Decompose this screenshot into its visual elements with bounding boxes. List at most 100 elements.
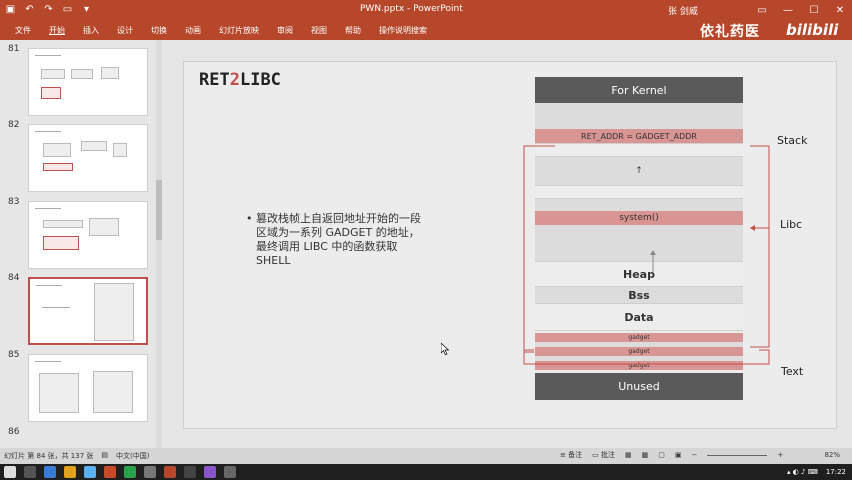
app-icon-5[interactable]: [184, 466, 196, 478]
slide-canvas: RET2LIBC • 篡改栈帧上自返回地址开始的一段区域为一系列 GADGET …: [163, 40, 852, 448]
thumbnail-title-line: [35, 361, 61, 362]
ribbon-tab-5[interactable]: 动画: [176, 25, 210, 36]
reading-view-icon[interactable]: ▢: [658, 451, 665, 459]
start-icon[interactable]: [4, 466, 16, 478]
label-text: Text: [781, 365, 804, 378]
slide-thumbnail[interactable]: [28, 124, 148, 192]
thumbnail-scrollbar[interactable]: [156, 40, 162, 448]
slide-counter: 幻灯片 第 84 张，共 137 张: [4, 452, 94, 460]
thumbnail-shape: [43, 163, 73, 171]
thumbnail-shape: [101, 67, 119, 79]
app-icon-6[interactable]: [204, 466, 216, 478]
slide-thumbnail[interactable]: [28, 201, 148, 269]
ribbon-tab-10[interactable]: 操作说明搜索: [370, 25, 436, 36]
ribbon-tab-6[interactable]: 幻灯片放映: [210, 25, 268, 36]
slideshow-view-icon[interactable]: ▣: [675, 451, 682, 459]
taskbar-apps: [4, 466, 236, 478]
app-icon-2[interactable]: [104, 466, 116, 478]
thumbnail-shape: [113, 143, 127, 157]
label-libc: Libc: [780, 218, 803, 231]
zoom-slider[interactable]: [707, 454, 768, 456]
thumbnail-shape: [71, 69, 93, 79]
thumbnail-title-line: [35, 208, 61, 209]
thumbnail-shape: [39, 373, 79, 413]
thumbnail-shape: [43, 220, 83, 228]
taskbar: ▴ ◐ ♪ ⌨ 17:22: [0, 464, 852, 480]
sorter-view-icon[interactable]: ▩: [642, 451, 649, 459]
thumbnail-title-line: [36, 285, 62, 286]
slide-thumbnail[interactable]: [28, 354, 148, 422]
thumbnail-number: 82: [8, 120, 20, 130]
redo-icon[interactable]: ↷: [42, 3, 55, 16]
ribbon-tab-3[interactable]: 设计: [108, 25, 142, 36]
browser-icon[interactable]: [44, 466, 56, 478]
app-icon-4[interactable]: [144, 466, 156, 478]
comments-button[interactable]: ▭ 批注: [592, 450, 615, 460]
app-icon-1[interactable]: [84, 466, 96, 478]
ribbon-display-icon[interactable]: ▭: [754, 2, 770, 18]
bullet-text[interactable]: • 篡改栈帧上自返回地址开始的一段区域为一系列 GADGET 的地址，最终调用 …: [246, 212, 428, 268]
brand-watermark: 依礼药医: [700, 24, 760, 40]
thumbnail-shape: [81, 141, 107, 151]
zoom-level[interactable]: 82%: [824, 451, 840, 459]
ribbon-tab-7[interactable]: 审阅: [268, 25, 302, 36]
present-icon[interactable]: ▭: [61, 3, 74, 16]
thumbnail-number: 81: [8, 44, 20, 54]
thumbnail-number: 84: [8, 273, 20, 283]
thumbnail-shape: [42, 307, 70, 308]
zoom-in-icon[interactable]: +: [777, 451, 783, 459]
thumbnail-number: 86: [8, 427, 20, 437]
ribbon-tab-8[interactable]: 视图: [302, 25, 336, 36]
notes-button[interactable]: ≡ 备注: [560, 450, 582, 460]
ribbon-tab-4[interactable]: 切换: [142, 25, 176, 36]
app-icon-7[interactable]: [224, 466, 236, 478]
powerpoint-window: ▣ ↶ ↷ ▭ ▾ PWN.pptx - PowerPoint 张 剑威 ▭ —…: [0, 0, 852, 480]
app-icon-3[interactable]: [124, 466, 136, 478]
clock[interactable]: 17:22: [826, 468, 846, 476]
quick-access-toolbar: ▣ ↶ ↷ ▭ ▾: [4, 3, 93, 16]
window-controls: ▭ — ☐ ✕: [754, 2, 848, 18]
thumbnail-title-line: [35, 55, 61, 56]
customize-icon[interactable]: ▾: [80, 3, 93, 16]
scrollbar-knob[interactable]: [156, 180, 162, 240]
label-stack: Stack: [777, 134, 808, 147]
explorer-icon[interactable]: [64, 466, 76, 478]
spellcheck-icon[interactable]: ▤: [101, 451, 108, 461]
ribbon-tab-0[interactable]: 文件: [6, 25, 40, 36]
minimize-icon[interactable]: —: [780, 2, 796, 18]
tab-list: 文件 开始 插入 设计 切换 动画 幻灯片放映 审阅 视图 帮助 操作说明搜索: [6, 25, 436, 36]
slide-thumbnail-panel: 81 82 83 84 85 86: [0, 40, 163, 448]
thumbnail-number: 85: [8, 350, 20, 360]
zoom-out-icon[interactable]: −: [691, 451, 697, 459]
thumbnail-number: 83: [8, 197, 20, 207]
user-name[interactable]: 张 剑威: [668, 4, 698, 17]
thumbnail-shape: [43, 236, 79, 250]
diagram-arrows: [523, 145, 770, 365]
task-view-icon[interactable]: [24, 466, 36, 478]
tray-icons[interactable]: ▴ ◐ ♪ ⌨: [787, 468, 818, 476]
bullet-dot: •: [246, 212, 253, 225]
ribbon-tab-9[interactable]: 帮助: [336, 25, 370, 36]
powerpoint-icon[interactable]: [164, 466, 176, 478]
slide-title[interactable]: RET2LIBC: [199, 70, 281, 90]
save-icon[interactable]: ▣: [4, 3, 17, 16]
current-slide[interactable]: RET2LIBC • 篡改栈帧上自返回地址开始的一段区域为一系列 GADGET …: [183, 61, 837, 429]
bilibili-logo: bilibili: [786, 21, 839, 39]
ribbon-tabs: 文件 开始 插入 设计 切换 动画 幻灯片放映 审阅 视图 帮助 操作说明搜索 依礼药医 bilib…: [0, 20, 852, 40]
close-icon[interactable]: ✕: [832, 2, 848, 18]
status-bar: 幻灯片 第 84 张，共 137 张 ▤ 中文(中国) ≡ 备注 ▭ 批注 ▦ …: [0, 448, 852, 464]
block-kernel: For Kernel: [535, 77, 743, 103]
ribbon-tab-1[interactable]: 开始: [40, 25, 74, 36]
thumbnail-shape: [94, 283, 134, 341]
language-indicator[interactable]: 中文(中国): [116, 451, 149, 461]
slide-thumbnail[interactable]: [28, 277, 148, 345]
thumbnail-shape: [89, 218, 119, 236]
normal-view-icon[interactable]: ▦: [625, 451, 632, 459]
undo-icon[interactable]: ↶: [23, 3, 36, 16]
thumbnail-shape: [93, 371, 133, 413]
document-title: PWN.pptx - PowerPoint: [360, 4, 463, 14]
maximize-icon[interactable]: ☐: [806, 2, 822, 18]
slide-thumbnail[interactable]: [28, 48, 148, 116]
ribbon-tab-2[interactable]: 插入: [74, 25, 108, 36]
thumbnail-shape: [41, 69, 65, 79]
